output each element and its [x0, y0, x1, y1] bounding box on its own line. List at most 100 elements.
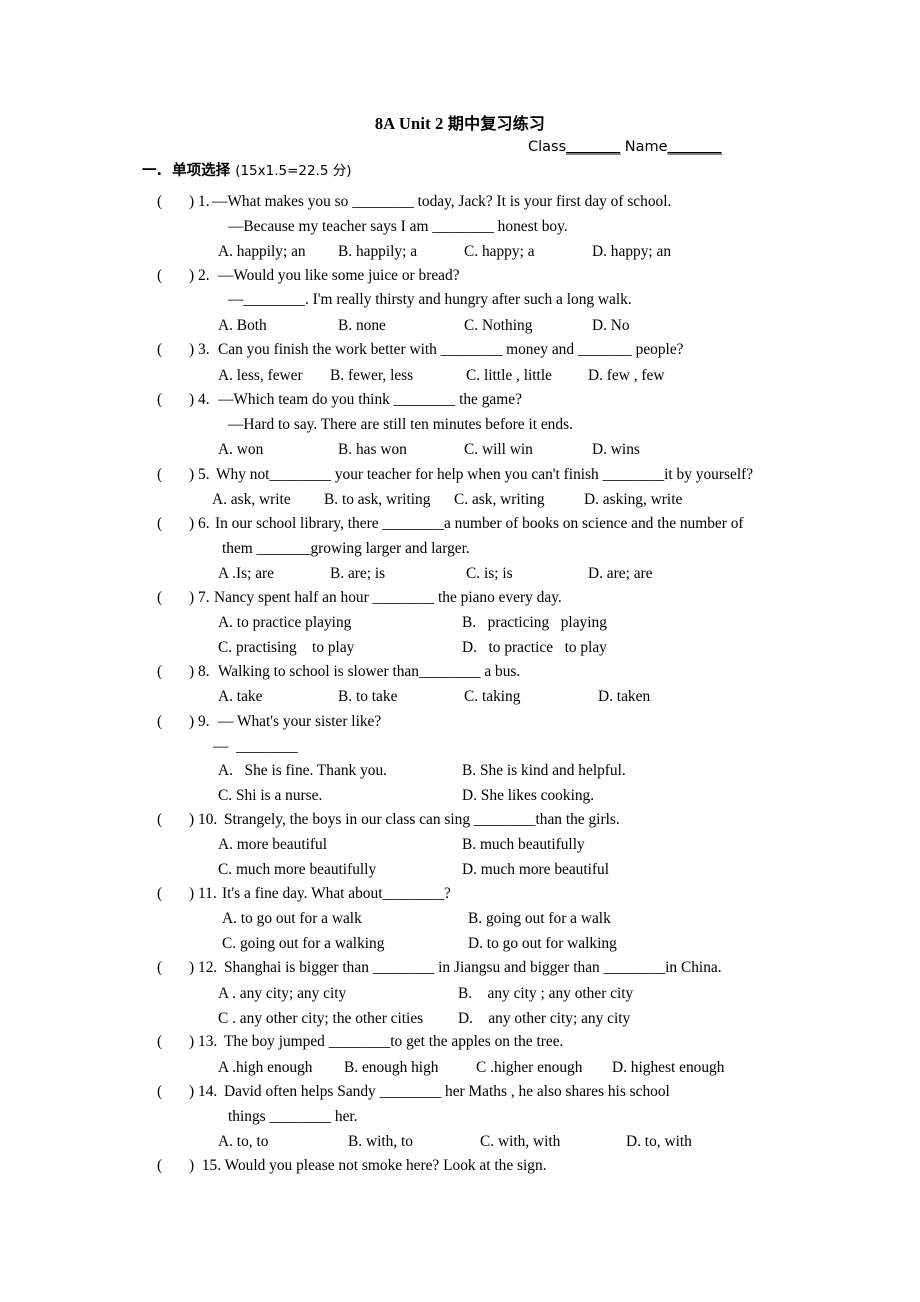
- option-d[interactable]: D. much more beautiful: [462, 861, 609, 879]
- option-c[interactable]: C. Nothing: [464, 317, 532, 335]
- option-b[interactable]: B. none: [338, 317, 386, 335]
- answer-paren-close: ): [189, 589, 195, 606]
- option-a[interactable]: A. ask, write: [212, 491, 291, 509]
- option-a[interactable]: A . any city; any city: [218, 985, 346, 1003]
- worksheet-page: 8A Unit 2 期中复习练习 Class________ Name_____…: [0, 0, 920, 1302]
- option-a[interactable]: A. to practice playing: [218, 614, 351, 632]
- answer-paren-close: ): [189, 885, 195, 902]
- question-stem-text: Strangely, the boys in our class can sin…: [224, 811, 620, 828]
- option-b[interactable]: B. fewer, less: [330, 367, 413, 385]
- question-stem: 10.: [198, 811, 218, 828]
- option-d[interactable]: D. few , few: [588, 367, 665, 385]
- option-d[interactable]: D. to, with: [626, 1133, 692, 1151]
- section-score: (15x1.5=22.5 分): [235, 163, 352, 179]
- answer-paren-close: ): [189, 1083, 195, 1100]
- answer-paren-close: ): [189, 663, 195, 680]
- answer-paren-close: ): [189, 1033, 195, 1050]
- option-d[interactable]: D. No: [592, 317, 630, 335]
- question-stem-text: —Would you like some juice or bread?: [218, 267, 460, 284]
- option-b[interactable]: B. practicing playing: [462, 614, 607, 632]
- question-stem-text: In our school library, there ________a n…: [215, 515, 744, 532]
- option-a[interactable]: A. more beautiful: [218, 836, 327, 854]
- option-d[interactable]: D. She likes cooking.: [462, 787, 594, 805]
- answer-paren-open: (: [157, 515, 163, 532]
- option-d[interactable]: D. highest enough: [612, 1059, 724, 1077]
- question-stem: 1.: [198, 193, 210, 210]
- option-d[interactable]: D. taken: [598, 688, 650, 706]
- option-d[interactable]: D. happy; an: [592, 243, 671, 261]
- answer-paren-close: ): [189, 391, 195, 408]
- answer-paren-close: ): [189, 811, 195, 828]
- answer-paren-open: (: [157, 811, 163, 828]
- option-c[interactable]: C. practising to play: [218, 639, 354, 657]
- option-a[interactable]: A. She is fine. Thank you.: [218, 762, 387, 780]
- option-b[interactable]: B. happily; a: [338, 243, 417, 261]
- option-d[interactable]: D. to go out for walking: [468, 935, 617, 953]
- question-stem: 6.: [198, 515, 210, 532]
- option-d[interactable]: D. are; are: [588, 565, 653, 583]
- page-title-cn: 期中复习练习: [447, 114, 546, 133]
- option-c[interactable]: C. happy; a: [464, 243, 535, 261]
- answer-paren-close: ): [189, 713, 195, 730]
- option-d[interactable]: D. any other city; any city: [458, 1010, 630, 1028]
- question-stem-text: 15. Would you please not smoke here? Loo…: [198, 1157, 547, 1174]
- section-number: 一.: [142, 163, 163, 179]
- question-stem-text: Walking to school is slower than________…: [218, 663, 521, 680]
- option-c[interactable]: C. will win: [464, 441, 533, 459]
- option-b[interactable]: B. any city ; any other city: [458, 985, 633, 1003]
- option-c[interactable]: C. much more beautifully: [218, 861, 376, 879]
- page-title: 8A Unit 2 期中复习练习: [0, 110, 920, 134]
- option-a[interactable]: A. to go out for a walk: [222, 910, 362, 928]
- option-b[interactable]: B. enough high: [344, 1059, 438, 1077]
- option-c[interactable]: C. ask, writing: [454, 491, 545, 509]
- class-blank[interactable]: ________: [566, 139, 621, 155]
- question-stem-text: Why not________ your teacher for help wh…: [216, 466, 754, 483]
- option-a[interactable]: A. Both: [218, 317, 267, 335]
- option-a[interactable]: A. take: [218, 688, 262, 706]
- question-stem-text: Shanghai is bigger than ________ in Jian…: [224, 959, 722, 976]
- option-a[interactable]: A .high enough: [218, 1059, 312, 1077]
- option-d[interactable]: D. wins: [592, 441, 640, 459]
- option-c[interactable]: C .higher enough: [476, 1059, 582, 1077]
- option-d[interactable]: D. asking, write: [584, 491, 682, 509]
- question-stem-line2: — ________: [213, 738, 298, 755]
- option-b[interactable]: B. to ask, writing: [324, 491, 430, 509]
- option-a[interactable]: A. less, fewer: [218, 367, 303, 385]
- option-c[interactable]: C. little , little: [466, 367, 552, 385]
- option-b[interactable]: B. to take: [338, 688, 397, 706]
- option-b[interactable]: B. She is kind and helpful.: [462, 762, 626, 780]
- section-title: 单项选择: [172, 163, 231, 179]
- question-stem: 14.: [198, 1083, 218, 1100]
- question-stem-text: David often helps Sandy ________ her Mat…: [224, 1083, 670, 1100]
- option-a[interactable]: A. happily; an: [218, 243, 306, 261]
- option-c[interactable]: C. is; is: [466, 565, 513, 583]
- answer-paren-close: ): [189, 267, 195, 284]
- option-c[interactable]: C . any other city; the other cities: [218, 1010, 423, 1028]
- question-stem-text: —Which team do you think ________ the ga…: [218, 391, 522, 408]
- question-stem: 11.: [198, 885, 217, 902]
- option-b[interactable]: B. has won: [338, 441, 407, 459]
- option-c[interactable]: C. taking: [464, 688, 520, 706]
- answer-paren-close: ): [189, 1157, 195, 1174]
- option-d[interactable]: D. to practice to play: [462, 639, 607, 657]
- option-c[interactable]: C. going out for a walking: [222, 935, 384, 953]
- option-a[interactable]: A .Is; are: [218, 565, 274, 583]
- name-blank[interactable]: ________: [668, 139, 723, 155]
- question-stem-line2: —Because my teacher says I am ________ h…: [228, 218, 568, 235]
- option-a[interactable]: A. won: [218, 441, 263, 459]
- option-a[interactable]: A. to, to: [218, 1133, 268, 1151]
- question-stem-line2: things ________ her.: [228, 1108, 358, 1125]
- option-c[interactable]: C. with, with: [480, 1133, 560, 1151]
- class-label: Class: [528, 139, 567, 155]
- answer-paren-close: ): [189, 341, 195, 358]
- class-name-fields: Class________ Name________: [528, 139, 722, 155]
- option-b[interactable]: B. going out for a walk: [468, 910, 611, 928]
- option-b[interactable]: B. with, to: [348, 1133, 413, 1151]
- section-heading: 一. 单项选择 (15x1.5=22.5 分): [142, 159, 352, 180]
- question-stem: 9.: [198, 713, 210, 730]
- option-b[interactable]: B. are; is: [330, 565, 385, 583]
- question-stem-text: Nancy spent half an hour ________ the pi…: [214, 589, 562, 606]
- answer-paren-open: (: [157, 341, 163, 358]
- option-c[interactable]: C. Shi is a nurse.: [218, 787, 322, 805]
- option-b[interactable]: B. much beautifully: [462, 836, 585, 854]
